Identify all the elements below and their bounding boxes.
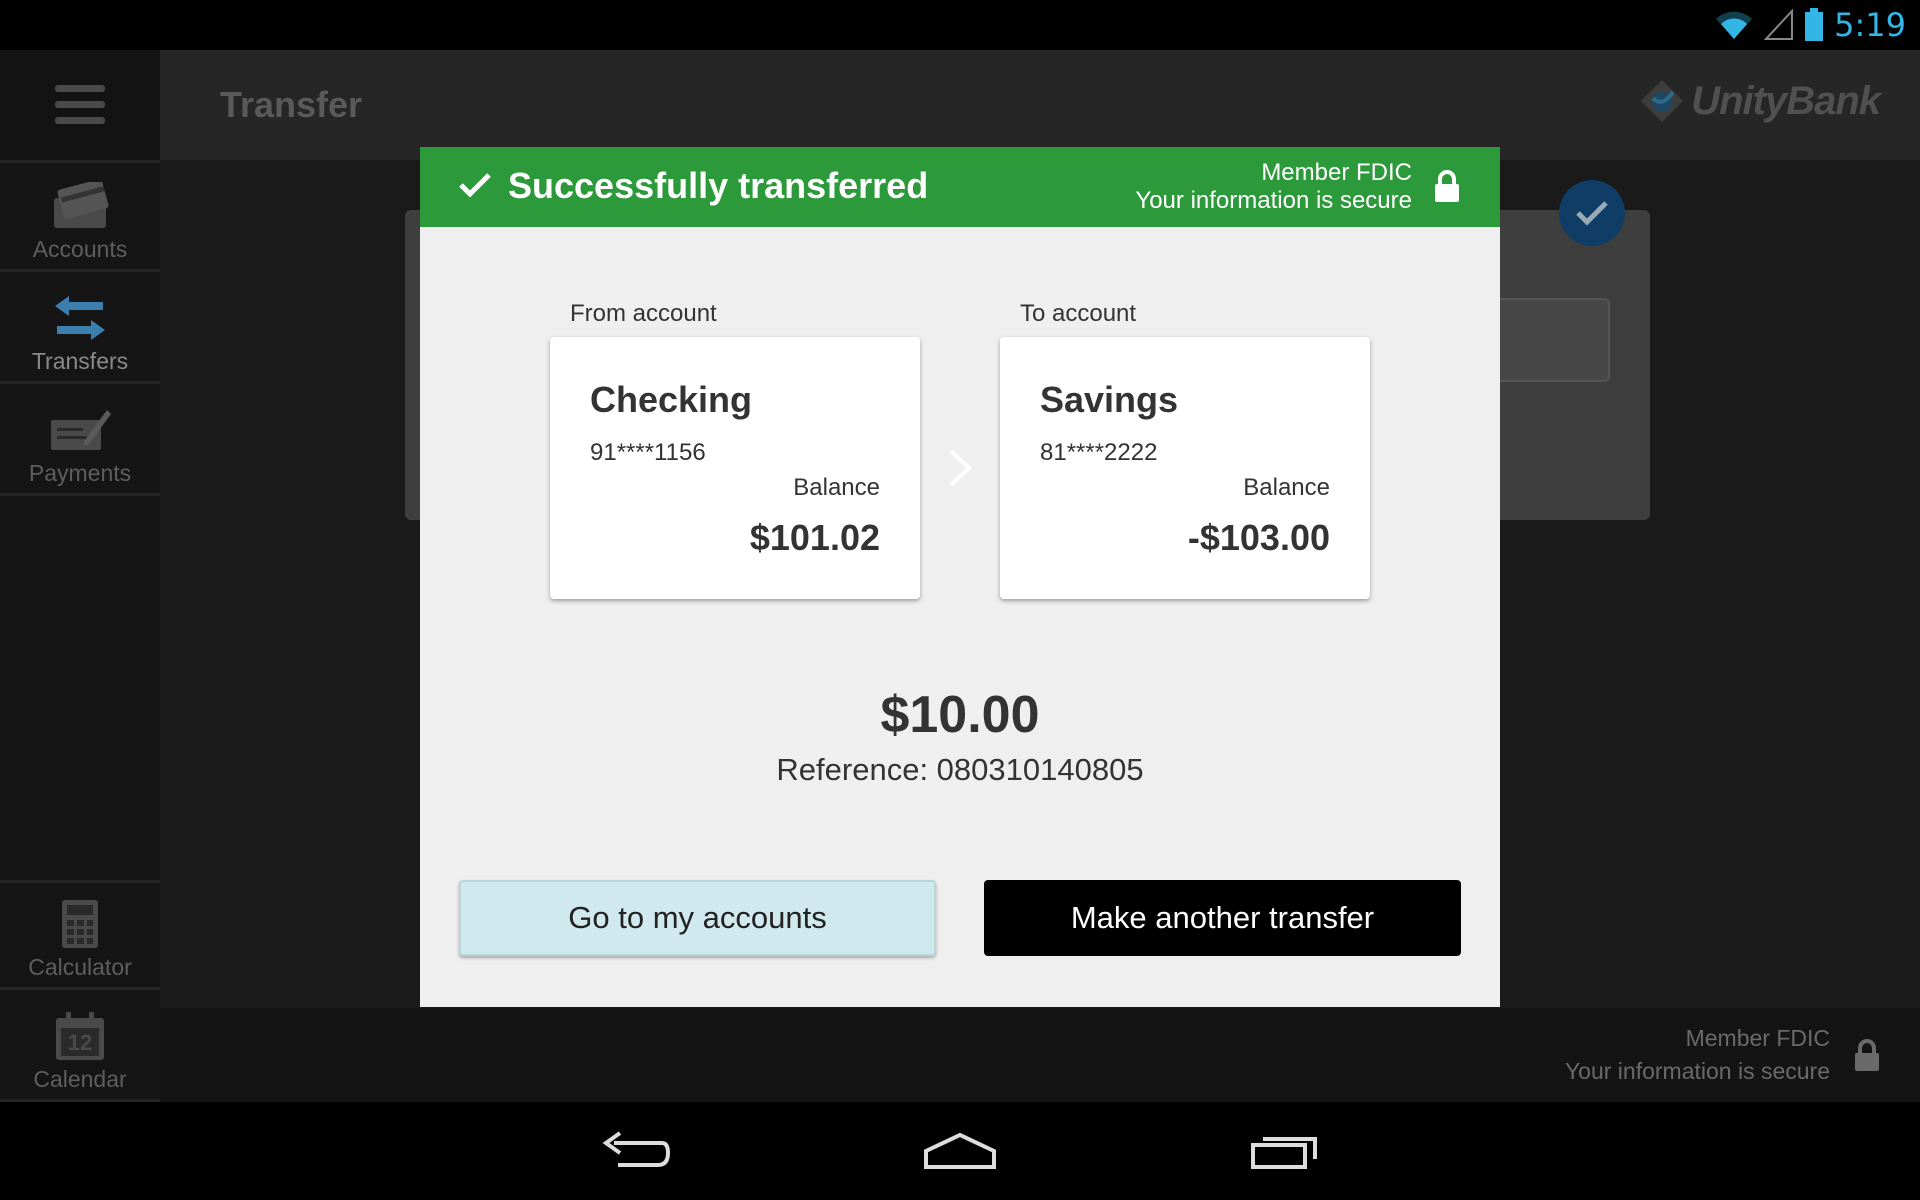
brand-name: UnityBank <box>1691 78 1881 123</box>
top-bar: Transfer UnityBank <box>160 50 1920 160</box>
dialog-header: Successfully transferred Member FDIC You… <box>420 147 1500 227</box>
status-bar: 5:19 <box>0 0 1920 50</box>
hamburger-menu-icon <box>55 85 105 124</box>
sidebar-item-payments[interactable]: Payments <box>0 386 160 496</box>
chevron-right-icon <box>949 449 972 487</box>
from-balance-label: Balance <box>793 474 880 501</box>
make-another-transfer-button[interactable]: Make another transfer <box>984 880 1461 956</box>
sidebar-item-calendar[interactable]: 12 Calendar <box>0 992 160 1102</box>
footer-fdic: Member FDIC <box>1685 1025 1830 1051</box>
to-balance-value: -$103.00 <box>1187 517 1330 558</box>
cell-signal-icon <box>1764 9 1794 40</box>
footer: Member FDIC Your information is secure <box>160 1008 1920 1102</box>
from-account-number: 91****1156 <box>590 439 706 466</box>
menu-button[interactable] <box>0 50 160 163</box>
system-nav-bar <box>0 1102 1920 1200</box>
header-secure: Your information is secure <box>1135 187 1412 214</box>
to-account-label: To account <box>1020 300 1137 327</box>
to-account-name: Savings <box>1040 379 1179 420</box>
sidebar-item-label: Calendar <box>33 1066 127 1092</box>
to-account-card: Savings 81****2222 Balance -$103.00 <box>1000 337 1370 599</box>
to-account-number: 81****2222 <box>1040 439 1158 466</box>
home-button[interactable] <box>915 1124 1005 1178</box>
recent-apps-icon <box>1251 1137 1317 1169</box>
sidebar-item-label: Accounts <box>32 236 128 262</box>
status-icons: 5:19 <box>1714 6 1906 44</box>
header-fdic: Member FDIC <box>1261 159 1412 186</box>
lock-icon <box>1855 1039 1879 1071</box>
calendar-icon: 12 <box>56 1012 104 1060</box>
unitybank-logo-icon <box>1641 80 1684 122</box>
header-secure-text: Member FDIC Your information is secure <box>1135 159 1412 215</box>
recent-apps-button[interactable] <box>1240 1124 1330 1178</box>
checkmark-icon <box>1576 201 1608 226</box>
from-account-name: Checking <box>590 379 753 420</box>
battery-icon <box>1805 8 1824 41</box>
home-icon <box>924 1132 996 1169</box>
to-balance-label: Balance <box>1243 474 1330 501</box>
footer-secure: Your information is secure <box>1564 1058 1830 1084</box>
lock-icon <box>1435 170 1459 202</box>
sidebar-item-calculator[interactable]: Calculator <box>0 880 160 990</box>
dialog-title: Successfully transferred <box>508 165 929 206</box>
background-check-badge <box>1559 180 1625 246</box>
brand-logo: UnityBank <box>1639 78 1881 124</box>
from-balance-value: $101.02 <box>749 517 880 558</box>
footer-secure-text: Member FDIC Your information is secure <box>1565 1022 1830 1088</box>
go-to-accounts-button[interactable]: Go to my accounts <box>459 880 936 956</box>
from-account-card: Checking 91****1156 Balance $101.02 <box>550 337 920 599</box>
sidebar-item-label: Calculator <box>28 954 132 980</box>
back-icon <box>602 1131 670 1167</box>
wifi-icon <box>1716 11 1753 39</box>
status-time: 5:19 <box>1834 6 1906 44</box>
from-account-label: From account <box>570 300 717 327</box>
sidebar-item-label: Transfers <box>31 348 129 374</box>
transfer-arrows-icon <box>55 296 105 340</box>
transfer-amount: $10.00 <box>880 686 1040 744</box>
sidebar-item-transfers[interactable]: Transfers <box>0 274 160 384</box>
back-button[interactable] <box>590 1124 680 1178</box>
calculator-icon <box>62 900 98 948</box>
check-pen-icon <box>51 410 111 450</box>
credit-card-icon <box>54 182 109 228</box>
sidebar-item-accounts[interactable]: Accounts <box>0 162 160 272</box>
transfer-success-dialog: Successfully transferred Member FDIC You… <box>420 147 1500 1007</box>
calendar-day: 12 <box>67 1030 93 1055</box>
transfer-reference: Reference: 080310140805 <box>776 752 1144 787</box>
page-title: Transfer <box>220 84 363 125</box>
sidebar-item-label: Payments <box>28 460 132 486</box>
sidebar: Accounts Transfers Payments Calculator 1… <box>0 50 160 1102</box>
checkmark-icon <box>459 173 491 198</box>
